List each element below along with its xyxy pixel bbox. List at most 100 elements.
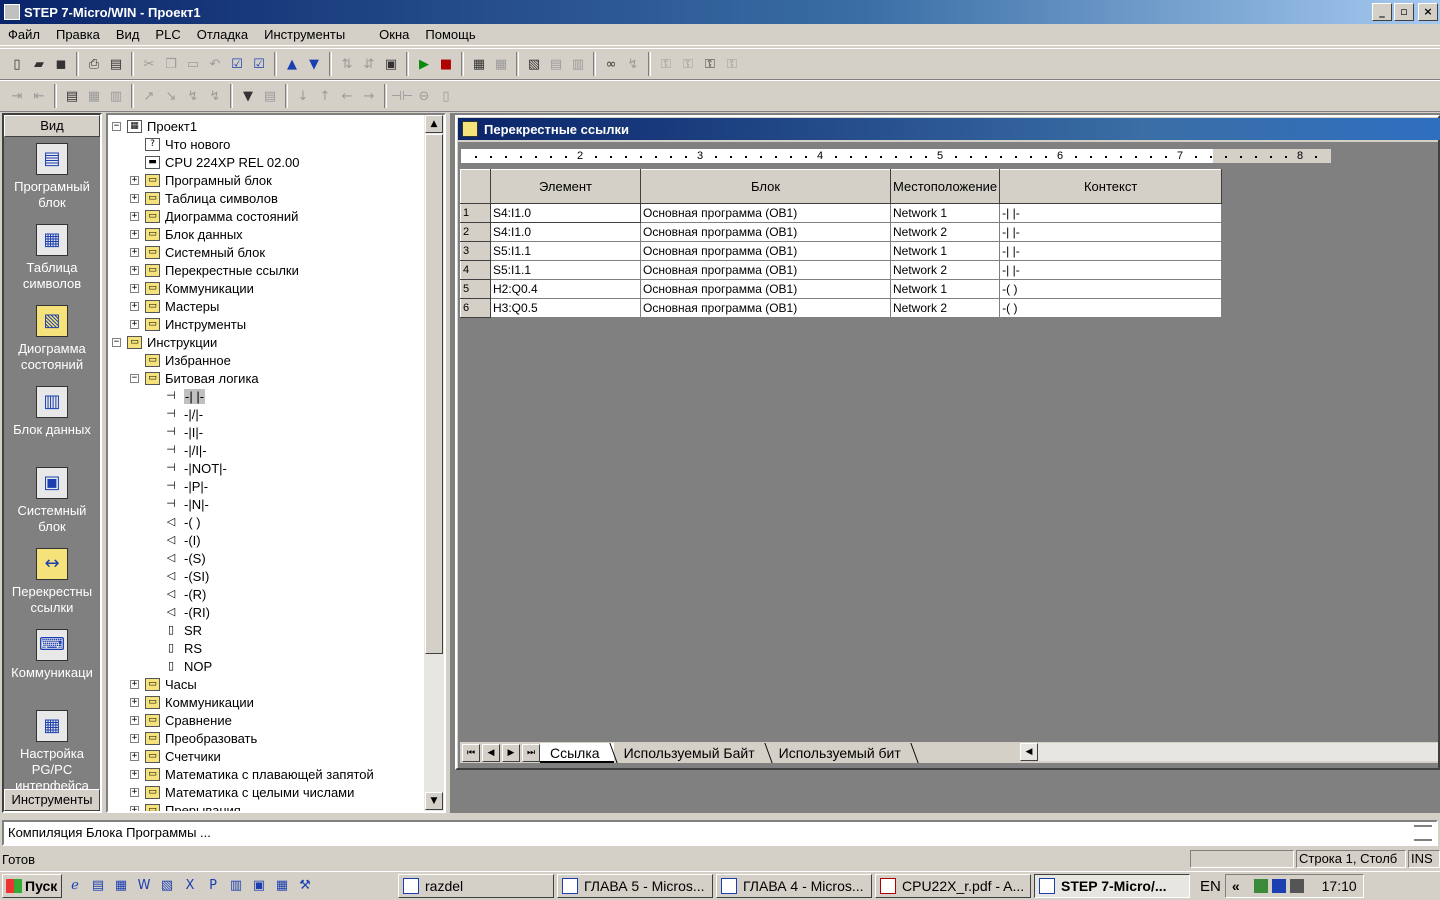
word-icon[interactable]: W	[134, 876, 154, 896]
remove-bookmarks-icon[interactable]: ↯	[182, 85, 204, 107]
tab-reference[interactable]: Ссылка	[540, 742, 614, 763]
nav-item-symbol-table[interactable]: ▦ Таблица символов	[4, 218, 100, 299]
cell-location[interactable]: Network 1	[889, 241, 1001, 261]
tree-item[interactable]: + ▭ Прерывания	[130, 801, 241, 811]
row-number[interactable]: 6	[460, 298, 491, 318]
language-indicator[interactable]: EN	[1200, 878, 1221, 895]
nav-item-program-block[interactable]: ▤ Програмный блок	[4, 137, 100, 218]
last-tab-icon[interactable]: ⏭	[522, 743, 540, 762]
symbol-info-icon[interactable]: ▼	[237, 85, 259, 107]
excel-icon[interactable]: X	[180, 876, 200, 896]
expand-icon[interactable]: +	[130, 283, 139, 293]
sort-descending-icon[interactable]: ⇵	[358, 53, 380, 75]
apply-symbols-icon[interactable]: ↯	[204, 85, 226, 107]
download-icon[interactable]: ▼	[303, 53, 325, 75]
expand-icon[interactable]: +	[130, 319, 139, 329]
expand-icon[interactable]: +	[130, 175, 139, 185]
network-tray-icon[interactable]	[1271, 879, 1286, 893]
cut-icon[interactable]: ✂	[138, 53, 160, 75]
menu-view[interactable]: Вид	[108, 27, 148, 42]
cell-block[interactable]: Основная программа (OB1)	[640, 279, 891, 299]
tree-item[interactable]: ◁ -(RI)	[148, 603, 210, 621]
expand-icon[interactable]: +	[130, 733, 139, 743]
output-resize-grip[interactable]	[1414, 825, 1432, 841]
nav-item-status-chart[interactable]: ▧ Диограмма состояний	[4, 299, 100, 380]
tree-item[interactable]: ▯ NOP	[148, 657, 212, 675]
network-tool-icon[interactable]: ▣	[249, 876, 269, 896]
ie-icon[interactable]: ℯ	[65, 876, 85, 896]
crossref-window-icon[interactable]	[462, 121, 478, 137]
cell-element[interactable]: S5:I1.1	[490, 260, 641, 280]
table-row[interactable]: 5 H2:Q0.4 Основная программа (OB1) Network …	[460, 279, 1223, 299]
task-button-step7[interactable]: STEP 7-Micro/...	[1034, 874, 1190, 898]
write-all-icon[interactable]: ▥	[567, 53, 589, 75]
cell-context[interactable]: -| |-	[999, 203, 1223, 223]
nav-item-data-block[interactable]: ▥ Блок данных	[4, 380, 100, 461]
scroll-up-icon[interactable]: ▲	[425, 115, 443, 133]
row-number[interactable]: 3	[460, 241, 491, 261]
expand-icon[interactable]: +	[130, 697, 139, 707]
horizontal-scrollbar[interactable]: ◀	[1020, 743, 1438, 761]
menu-file[interactable]: Файл	[0, 27, 48, 42]
cell-block[interactable]: Основная программа (OB1)	[640, 203, 891, 223]
compile-icon[interactable]: ☑	[226, 53, 248, 75]
tree-item[interactable]: + ▭ Таблица символов	[130, 189, 278, 207]
explorer-icon[interactable]: ▦	[111, 876, 131, 896]
force-icon[interactable]: ∞	[600, 53, 622, 75]
chart-status-icon[interactable]: ▧	[523, 53, 545, 75]
pause-trend-icon[interactable]: ▦	[490, 53, 512, 75]
scroll-left-icon[interactable]: ◀	[1020, 743, 1038, 761]
nav-item-communication[interactable]: ⌨ Коммуникаци	[4, 623, 100, 704]
scroll-thumb[interactable]	[425, 134, 443, 654]
contact-tool-icon[interactable]: ⊣⊢	[391, 85, 414, 107]
close-button[interactable]: ×	[1418, 3, 1438, 21]
prev-tab-icon[interactable]: ◀	[482, 743, 500, 762]
tree-item[interactable]: + ▭ Мастеры	[130, 297, 219, 315]
copy-icon[interactable]: ❐	[160, 53, 182, 75]
column-header-element[interactable]: Элемент	[490, 169, 641, 204]
tree-item[interactable]: ⊣ -| |-	[148, 387, 206, 405]
volume-icon[interactable]	[1289, 879, 1304, 893]
notepad-icon[interactable]: ▥	[226, 876, 246, 896]
row-number-header[interactable]	[460, 169, 491, 204]
row-number[interactable]: 5	[460, 279, 491, 299]
undo-icon[interactable]: ↶	[204, 53, 226, 75]
toggle-comments-icon[interactable]: ▦	[83, 85, 105, 107]
tree-item[interactable]: + ▭ Счетчики	[130, 747, 221, 765]
column-header-context[interactable]: Контекст	[999, 169, 1223, 204]
indent-icon[interactable]: ⇥	[6, 85, 28, 107]
cell-element[interactable]: S4:I1.0	[490, 222, 641, 242]
cell-element[interactable]: H3:Q0.5	[490, 298, 641, 318]
cell-context[interactable]: -| |-	[999, 241, 1223, 261]
line-up-icon[interactable]: ↑	[314, 85, 336, 107]
paste-icon[interactable]: ▭	[182, 53, 204, 75]
nav-header-view[interactable]: Вид	[4, 115, 100, 137]
nav-item-pg-pc-interface[interactable]: ▦ Настройка PG/PC интерфейса	[4, 704, 100, 793]
program-status-icon[interactable]: ▦	[468, 53, 490, 75]
tree-item[interactable]: + ▭ Сравнение	[130, 711, 232, 729]
nav-footer-tools[interactable]: Инструменты	[4, 789, 100, 811]
expand-icon[interactable]: +	[130, 265, 139, 275]
frontpage-icon[interactable]: ▧	[157, 876, 177, 896]
tree-item[interactable]: ⊣ -|/|-	[148, 405, 203, 423]
expand-icon[interactable]: +	[130, 805, 139, 811]
scroll-down-icon[interactable]: ▼	[425, 792, 443, 810]
tool-icon[interactable]: ⚒	[295, 876, 315, 896]
tree-item[interactable]: + ▭ Преобразовать	[130, 729, 257, 747]
expand-icon[interactable]: +	[130, 229, 139, 239]
print-icon[interactable]: ⎙	[83, 53, 105, 75]
cell-location[interactable]: Network 2	[889, 298, 1001, 318]
toggle-symbols-icon[interactable]: ▤	[61, 85, 83, 107]
upload-icon[interactable]: ▲	[281, 53, 303, 75]
menu-windows[interactable]: Окна	[371, 27, 417, 42]
unlock-all-icon[interactable]: ⚿	[699, 53, 721, 75]
expand-icon[interactable]: +	[130, 247, 139, 257]
tree-item[interactable]: − ▦ Проект1	[112, 117, 197, 135]
cell-location[interactable]: Network 2	[889, 222, 1001, 242]
tree-item[interactable]: + ▭ Системный блок	[130, 243, 265, 261]
table-row[interactable]: 3 S5:I1.1 Основная программа (OB1) Network …	[460, 241, 1223, 261]
cell-location[interactable]: Network 2	[889, 260, 1001, 280]
tree-item[interactable]: ⊣ -|P|-	[148, 477, 208, 495]
run-icon[interactable]: ▶	[413, 53, 435, 75]
cell-location[interactable]: Network 1	[889, 279, 1001, 299]
